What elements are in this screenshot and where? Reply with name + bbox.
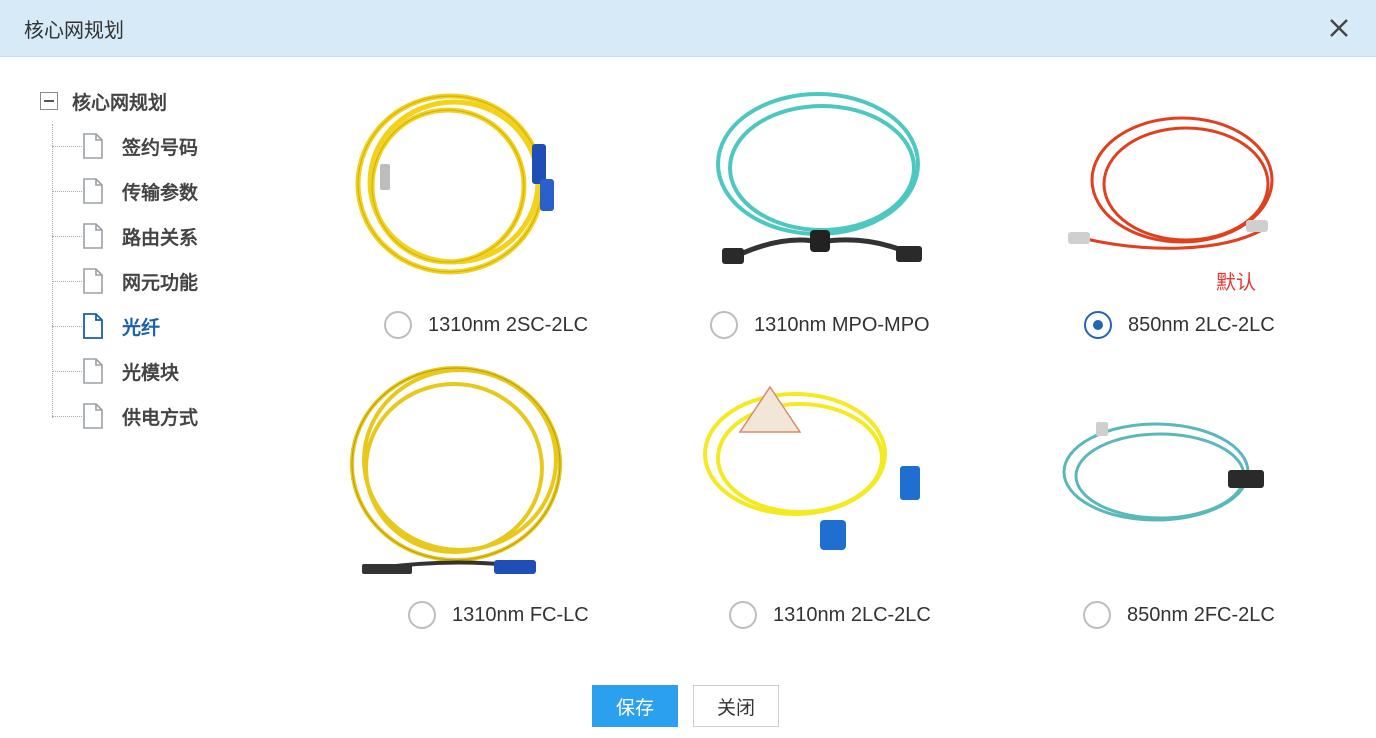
tree-item-label: 签约号码 xyxy=(122,137,199,159)
radio-button[interactable] xyxy=(384,311,412,339)
dialog-title: 核心网规划 xyxy=(24,20,124,42)
tree-item-label: 传输参数 xyxy=(122,182,199,204)
tree-item-label: 供电方式 xyxy=(122,407,199,429)
tree-root-label: 核心网规划 xyxy=(72,92,168,114)
file-icon xyxy=(83,178,103,204)
fiber-option-850nm-2fc-2lc[interactable]: 850nm 2FC-2LC xyxy=(1083,601,1275,629)
tree-item-label: 光纤 xyxy=(122,317,161,339)
file-icon xyxy=(83,268,103,294)
fiber-option-850nm-2lc-2lc[interactable]: 850nm 2LC-2LC xyxy=(1084,311,1275,339)
radio-button-selected[interactable] xyxy=(1084,311,1112,339)
navigation-tree: 核心网规划 签约号码 传输参数 路由关系 网元功能 光纤 光模块 供电方式 xyxy=(36,84,296,444)
fiber-cable-image xyxy=(716,92,922,264)
fiber-cable-image xyxy=(703,385,920,550)
fiber-option-label: 1310nm MPO-MPO xyxy=(754,313,930,336)
radio-button[interactable] xyxy=(1083,601,1111,629)
fiber-option-label: 1310nm 2LC-2LC xyxy=(773,603,931,626)
fiber-cable-image xyxy=(355,93,554,275)
fiber-cable-image xyxy=(350,366,562,574)
fiber-cable-image xyxy=(1062,422,1264,522)
fiber-option-1310nm-mpo-mpo[interactable]: 1310nm MPO-MPO xyxy=(710,311,930,339)
dialog-title-bar: 核心网规划 xyxy=(0,0,1376,57)
file-icon xyxy=(83,403,103,429)
tree-item-optical-module[interactable]: 光模块 xyxy=(52,354,179,388)
fiber-option-label: 1310nm 2SC-2LC xyxy=(428,313,589,336)
file-icon xyxy=(83,358,103,384)
tree-root[interactable]: 核心网规划 xyxy=(36,84,167,118)
fiber-option-label: 850nm 2FC-2LC xyxy=(1127,603,1275,626)
fiber-option-1310nm-2lc-2lc[interactable]: 1310nm 2LC-2LC xyxy=(729,601,931,629)
tree-item-label: 网元功能 xyxy=(122,272,199,294)
close-icon[interactable] xyxy=(1326,15,1352,41)
tree-item-signing-number[interactable]: 签约号码 xyxy=(52,129,198,163)
default-tag: 默认 xyxy=(1216,272,1256,294)
file-icon xyxy=(83,313,103,339)
fiber-cable-image xyxy=(1068,116,1274,250)
fiber-option-label: 1310nm FC-LC xyxy=(452,603,589,626)
save-button[interactable]: 保存 xyxy=(592,685,678,727)
fiber-option-1310nm-fc-lc[interactable]: 1310nm FC-LC xyxy=(408,601,589,629)
tree-item-routing[interactable]: 路由关系 xyxy=(52,219,198,253)
fiber-option-label: 850nm 2LC-2LC xyxy=(1128,313,1275,336)
close-button[interactable]: 关闭 xyxy=(693,685,779,727)
collapse-icon[interactable] xyxy=(40,92,58,110)
radio-button[interactable] xyxy=(408,601,436,629)
fiber-option-1310nm-2sc-2lc[interactable]: 1310nm 2SC-2LC xyxy=(384,311,588,339)
radio-button[interactable] xyxy=(710,311,738,339)
file-icon xyxy=(83,223,103,249)
tree-item-label: 光模块 xyxy=(122,362,180,384)
tree-item-fiber[interactable]: 光纤 xyxy=(52,309,160,343)
radio-button[interactable] xyxy=(729,601,757,629)
tree-item-transmission-params[interactable]: 传输参数 xyxy=(52,174,198,208)
file-icon xyxy=(83,133,103,159)
tree-item-ne-function[interactable]: 网元功能 xyxy=(52,264,198,298)
tree-item-power-supply[interactable]: 供电方式 xyxy=(52,399,198,433)
tree-item-label: 路由关系 xyxy=(122,227,199,249)
